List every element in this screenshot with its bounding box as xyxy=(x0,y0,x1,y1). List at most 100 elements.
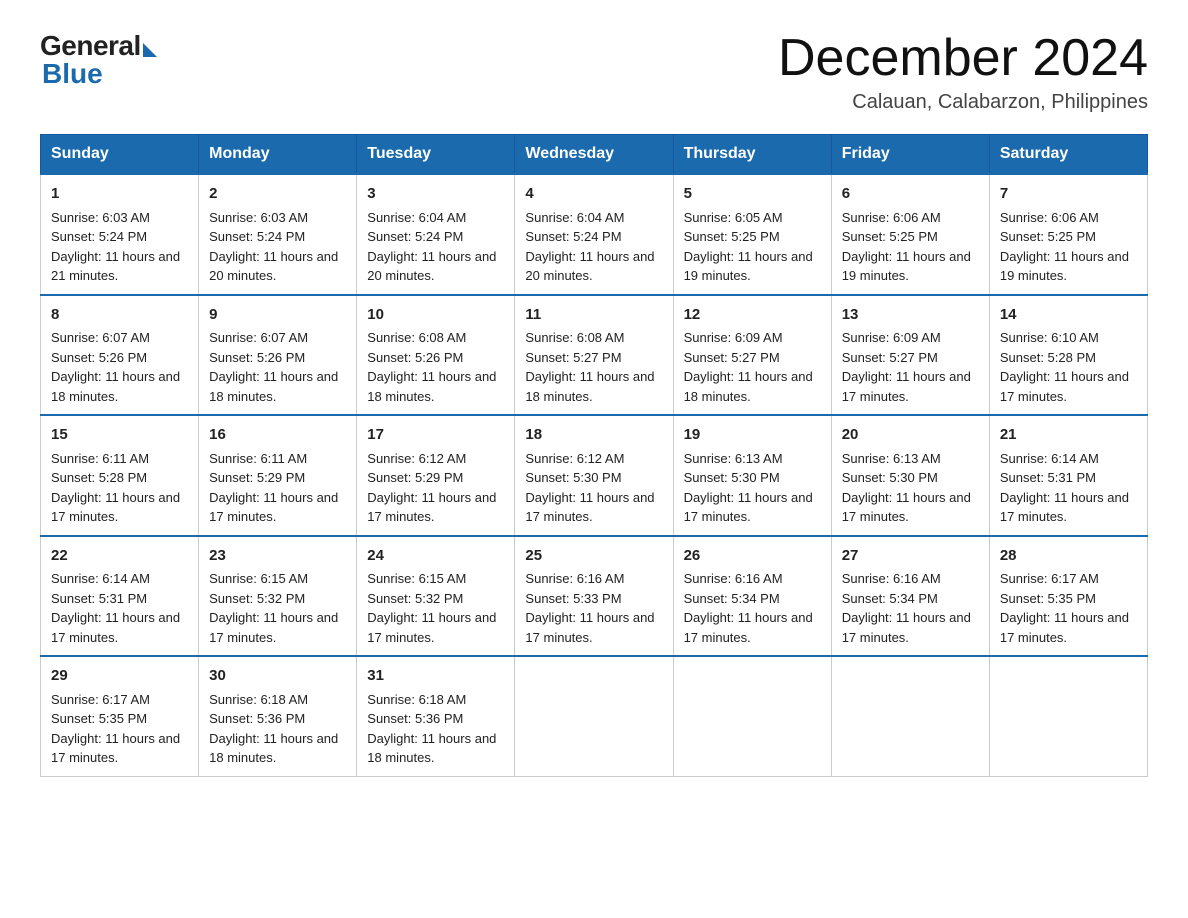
calendar-day-cell: 8Sunrise: 6:07 AMSunset: 5:26 PMDaylight… xyxy=(41,295,199,416)
sunset-text: Sunset: 5:24 PM xyxy=(525,229,621,244)
calendar-day-cell: 28Sunrise: 6:17 AMSunset: 5:35 PMDayligh… xyxy=(989,536,1147,657)
sunset-text: Sunset: 5:36 PM xyxy=(209,711,305,726)
sunset-text: Sunset: 5:24 PM xyxy=(367,229,463,244)
calendar-day-cell: 29Sunrise: 6:17 AMSunset: 5:35 PMDayligh… xyxy=(41,656,199,776)
calendar-day-cell: 17Sunrise: 6:12 AMSunset: 5:29 PMDayligh… xyxy=(357,415,515,536)
daylight-text: Daylight: 11 hours and 20 minutes. xyxy=(367,249,496,284)
logo-arrow-icon xyxy=(143,43,157,57)
day-number: 15 xyxy=(51,424,188,447)
sunset-text: Sunset: 5:26 PM xyxy=(209,350,305,365)
daylight-text: Daylight: 11 hours and 17 minutes. xyxy=(209,610,338,645)
day-number: 27 xyxy=(842,545,979,568)
calendar-week-row: 1Sunrise: 6:03 AMSunset: 5:24 PMDaylight… xyxy=(41,174,1148,295)
day-number: 13 xyxy=(842,304,979,327)
calendar-day-cell: 13Sunrise: 6:09 AMSunset: 5:27 PMDayligh… xyxy=(831,295,989,416)
sunrise-text: Sunrise: 6:03 AM xyxy=(51,210,150,225)
page-header: General Blue December 2024 Calauan, Cala… xyxy=(40,30,1148,114)
day-number: 28 xyxy=(1000,545,1137,568)
calendar-day-cell: 5Sunrise: 6:05 AMSunset: 5:25 PMDaylight… xyxy=(673,174,831,295)
calendar-table: SundayMondayTuesdayWednesdayThursdayFrid… xyxy=(40,134,1148,777)
daylight-text: Daylight: 11 hours and 18 minutes. xyxy=(525,369,654,404)
day-number: 9 xyxy=(209,304,346,327)
sunrise-text: Sunrise: 6:13 AM xyxy=(684,451,783,466)
sunrise-text: Sunrise: 6:15 AM xyxy=(209,571,308,586)
calendar-day-cell: 14Sunrise: 6:10 AMSunset: 5:28 PMDayligh… xyxy=(989,295,1147,416)
sunset-text: Sunset: 5:30 PM xyxy=(842,470,938,485)
calendar-day-header: Saturday xyxy=(989,135,1147,175)
sunrise-text: Sunrise: 6:16 AM xyxy=(525,571,624,586)
day-number: 17 xyxy=(367,424,504,447)
sunrise-text: Sunrise: 6:08 AM xyxy=(367,330,466,345)
day-number: 29 xyxy=(51,665,188,688)
calendar-day-header: Tuesday xyxy=(357,135,515,175)
calendar-day-header: Friday xyxy=(831,135,989,175)
day-number: 2 xyxy=(209,183,346,206)
calendar-week-row: 15 Sunrise: 6:11 AM Sunset: 5:28 PM Dayligh… xyxy=(41,415,1148,536)
daylight-text: Daylight: 11 hours and 20 minutes. xyxy=(209,249,338,284)
calendar-day-cell: 18Sunrise: 6:12 AMSunset: 5:30 PMDayligh… xyxy=(515,415,673,536)
day-number: 20 xyxy=(842,424,979,447)
sunset-text: Sunset: 5:30 PM xyxy=(684,470,780,485)
daylight-text: Daylight: 11 hours and 17 minutes. xyxy=(367,490,496,525)
daylight-text: Daylight: 11 hours and 18 minutes. xyxy=(367,731,496,766)
daylight-text: Daylight: 11 hours and 18 minutes. xyxy=(51,369,180,404)
calendar-day-cell: 9Sunrise: 6:07 AMSunset: 5:26 PMDaylight… xyxy=(199,295,357,416)
calendar-day-cell: 20Sunrise: 6:13 AMSunset: 5:30 PMDayligh… xyxy=(831,415,989,536)
day-number: 14 xyxy=(1000,304,1137,327)
day-number: 11 xyxy=(525,304,662,327)
sunset-text: Sunset: 5:26 PM xyxy=(367,350,463,365)
calendar-day-cell: 3Sunrise: 6:04 AMSunset: 5:24 PMDaylight… xyxy=(357,174,515,295)
sunrise-text: Sunrise: 6:14 AM xyxy=(51,571,150,586)
calendar-day-cell xyxy=(673,656,831,776)
day-number: 6 xyxy=(842,183,979,206)
calendar-day-cell: 11 Sunrise: 6:08 AM Sunset: 5:27 PM Dayligh… xyxy=(515,295,673,416)
sunrise-text: Sunrise: 6:11 AM xyxy=(209,451,307,466)
sunrise-text: Sunrise: 6:11 AM xyxy=(51,451,149,466)
sunrise-text: Sunrise: 6:12 AM xyxy=(367,451,466,466)
sunrise-text: Sunrise: 6:13 AM xyxy=(842,451,941,466)
sunrise-text: Sunrise: 6:18 AM xyxy=(209,692,308,707)
sunrise-text: Sunrise: 6:06 AM xyxy=(842,210,941,225)
day-number: 24 xyxy=(367,545,504,568)
sunrise-text: Sunrise: 6:16 AM xyxy=(842,571,941,586)
daylight-text: Daylight: 11 hours and 17 minutes. xyxy=(51,490,180,525)
sunset-text: Sunset: 5:28 PM xyxy=(51,470,147,485)
sunset-text: Sunset: 5:27 PM xyxy=(525,350,621,365)
sunset-text: Sunset: 5:33 PM xyxy=(525,591,621,606)
daylight-text: Daylight: 11 hours and 19 minutes. xyxy=(1000,249,1129,284)
sunrise-text: Sunrise: 6:15 AM xyxy=(367,571,466,586)
sunset-text: Sunset: 5:34 PM xyxy=(842,591,938,606)
sunset-text: Sunset: 5:27 PM xyxy=(842,350,938,365)
daylight-text: Daylight: 11 hours and 17 minutes. xyxy=(367,610,496,645)
day-number: 5 xyxy=(684,183,821,206)
logo-blue-text: Blue xyxy=(42,58,103,90)
sunset-text: Sunset: 5:35 PM xyxy=(1000,591,1096,606)
sunrise-text: Sunrise: 6:17 AM xyxy=(51,692,150,707)
sunset-text: Sunset: 5:31 PM xyxy=(1000,470,1096,485)
sunrise-text: Sunrise: 6:09 AM xyxy=(684,330,783,345)
sunrise-text: Sunrise: 6:07 AM xyxy=(51,330,150,345)
calendar-day-cell: 10Sunrise: 6:08 AMSunset: 5:26 PMDayligh… xyxy=(357,295,515,416)
calendar-day-header: Monday xyxy=(199,135,357,175)
sunrise-text: Sunrise: 6:08 AM xyxy=(525,330,624,345)
sunset-text: Sunset: 5:26 PM xyxy=(51,350,147,365)
sunrise-text: Sunrise: 6:16 AM xyxy=(684,571,783,586)
daylight-text: Daylight: 11 hours and 18 minutes. xyxy=(367,369,496,404)
calendar-day-cell: 1Sunrise: 6:03 AMSunset: 5:24 PMDaylight… xyxy=(41,174,199,295)
sunrise-text: Sunrise: 6:10 AM xyxy=(1000,330,1099,345)
calendar-header-row: SundayMondayTuesdayWednesdayThursdayFrid… xyxy=(41,135,1148,175)
day-number: 21 xyxy=(1000,424,1137,447)
sunrise-text: Sunrise: 6:18 AM xyxy=(367,692,466,707)
sunrise-text: Sunrise: 6:06 AM xyxy=(1000,210,1099,225)
sunset-text: Sunset: 5:32 PM xyxy=(209,591,305,606)
calendar-day-cell: 26Sunrise: 6:16 AMSunset: 5:34 PMDayligh… xyxy=(673,536,831,657)
daylight-text: Daylight: 11 hours and 17 minutes. xyxy=(51,610,180,645)
title-area: December 2024 Calauan, Calabarzon, Phili… xyxy=(778,30,1148,114)
day-number: 23 xyxy=(209,545,346,568)
day-number: 26 xyxy=(684,545,821,568)
calendar-day-cell: 31Sunrise: 6:18 AMSunset: 5:36 PMDayligh… xyxy=(357,656,515,776)
calendar-day-cell: 12Sunrise: 6:09 AMSunset: 5:27 PMDayligh… xyxy=(673,295,831,416)
calendar-day-cell: 4Sunrise: 6:04 AMSunset: 5:24 PMDaylight… xyxy=(515,174,673,295)
daylight-text: Daylight: 11 hours and 19 minutes. xyxy=(842,249,971,284)
month-year-title: December 2024 xyxy=(778,30,1148,87)
